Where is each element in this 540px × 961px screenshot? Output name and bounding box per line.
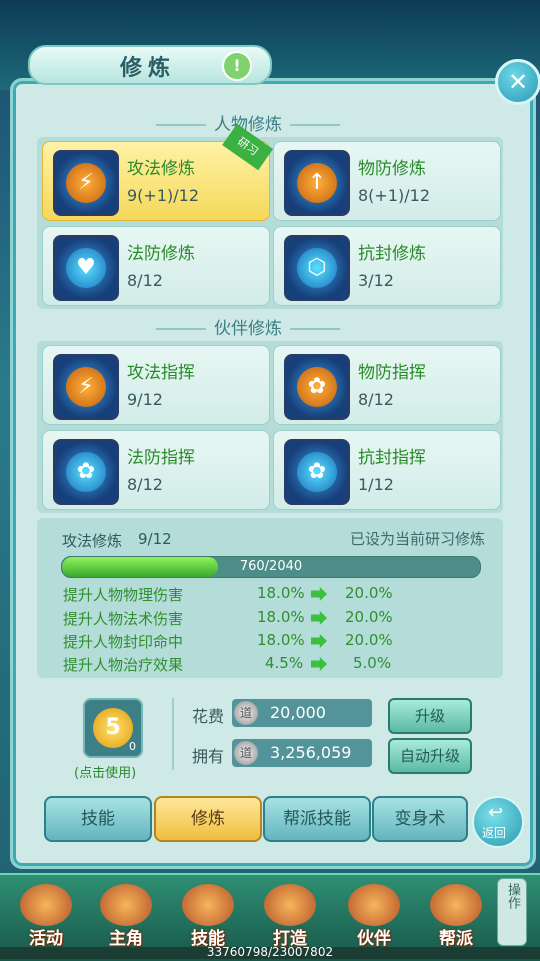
- nav-activity[interactable]: 活动: [8, 880, 84, 949]
- gourd-icon: [20, 884, 72, 926]
- cultivation-fruit-icon: 5: [93, 708, 133, 748]
- card-attack-magic-command[interactable]: ⚡ 攻法指挥 9/12: [42, 345, 270, 425]
- card-physical-defense-command[interactable]: ✿ 物防指挥 8/12: [273, 345, 501, 425]
- tab-transformation[interactable]: 变身术: [372, 796, 468, 842]
- progress-bar: 760/2040: [61, 556, 481, 578]
- back-button[interactable]: ↩ 返回: [472, 796, 524, 848]
- tab-cultivation[interactable]: 修炼: [154, 796, 262, 842]
- tab-skills[interactable]: 技能: [44, 796, 152, 842]
- paw-shield-icon: ✿: [284, 354, 350, 420]
- help-button[interactable]: !: [222, 51, 252, 81]
- nav-forge[interactable]: 打造: [252, 880, 328, 949]
- card-attack-magic-cultivation[interactable]: ⚡ 攻法修炼 9(+1)/12 研习: [42, 123, 274, 221]
- arrow-right-icon: [311, 657, 327, 671]
- close-icon: ✕: [507, 68, 529, 96]
- cost-label: 花费: [192, 707, 225, 726]
- paw-shield-icon: ✿: [53, 439, 119, 505]
- section-header-partner: 伙伴修炼: [148, 314, 348, 339]
- hammer-icon: [264, 884, 316, 926]
- detail-name: 攻法修炼: [62, 532, 123, 550]
- window-title: 修炼: [120, 56, 177, 81]
- close-button[interactable]: ✕: [495, 59, 540, 105]
- paw-orb-icon: ✿: [284, 439, 350, 505]
- hero-portrait-icon: [100, 884, 152, 926]
- stat-row: 提升人物物理伤害 18.0% 20.0%: [63, 584, 393, 604]
- divider: [172, 698, 174, 770]
- detail-panel: 攻法修炼 9/12 已设为当前研习修炼 760/2040 提升人物物理伤害 18.…: [37, 518, 503, 678]
- lightning-shield-icon: ⚡: [53, 354, 119, 420]
- nav-partners[interactable]: 伙伴: [336, 880, 412, 949]
- book-icon: [182, 884, 234, 926]
- progress-text: 760/2040: [239, 559, 303, 574]
- nav-guild[interactable]: 帮派: [418, 880, 494, 949]
- cost-field: 道 20,000: [232, 699, 372, 727]
- owned-label: 拥有: [192, 747, 225, 766]
- auto-upgrade-button[interactable]: 自动升级: [388, 738, 472, 774]
- item-count: 0: [129, 740, 136, 753]
- stat-row: 提升人物封印命中 18.0% 20.0%: [63, 631, 393, 651]
- nav-hero[interactable]: 主角: [88, 880, 164, 949]
- back-arrow-icon: ↩: [488, 802, 504, 823]
- arrow-right-icon: [311, 587, 327, 601]
- hp-bar: 33760798/23007802: [0, 945, 540, 959]
- stat-row: 提升人物法术伤害 18.0% 20.0%: [63, 608, 393, 628]
- dao-coin-icon: 道: [234, 741, 258, 765]
- partners-icon: [348, 884, 400, 926]
- card-seal-resist-command[interactable]: ✿ 抗封指挥 1/12: [273, 430, 501, 510]
- lightning-shield-icon: ⚡: [53, 150, 119, 216]
- card-physical-defense-cultivation[interactable]: ↑ 物防修炼 8(+1)/12: [273, 141, 501, 221]
- banner-icon: [430, 884, 482, 926]
- sword-shield-icon: ↑: [284, 150, 350, 216]
- detail-note: 已设为当前研习修炼: [349, 530, 485, 548]
- owned-field: 道 3,256,059: [232, 739, 372, 767]
- arrow-right-icon: [311, 611, 327, 625]
- detail-level: 9/12: [138, 530, 172, 548]
- upgrade-button[interactable]: 升级: [388, 698, 472, 734]
- tab-guild-skills[interactable]: 帮派技能: [263, 796, 371, 842]
- card-magic-defense-command[interactable]: ✿ 法防指挥 8/12: [42, 430, 270, 510]
- stat-row: 提升人物治疗效果 4.5% 5.0%: [63, 654, 392, 674]
- turtle-shell-icon: ⬡: [284, 235, 350, 301]
- card-seal-resist-cultivation[interactable]: ⬡ 抗封修炼 3/12: [273, 226, 501, 306]
- heart-shield-icon: ♥: [53, 235, 119, 301]
- operation-button[interactable]: 操作: [497, 878, 527, 946]
- item-use-label: (点击使用): [74, 766, 137, 781]
- dao-coin-icon: 道: [234, 701, 258, 725]
- arrow-right-icon: [311, 634, 327, 648]
- nav-skills[interactable]: 技能: [170, 880, 246, 949]
- card-magic-defense-cultivation[interactable]: ♥ 法防修炼 8/12: [42, 226, 270, 306]
